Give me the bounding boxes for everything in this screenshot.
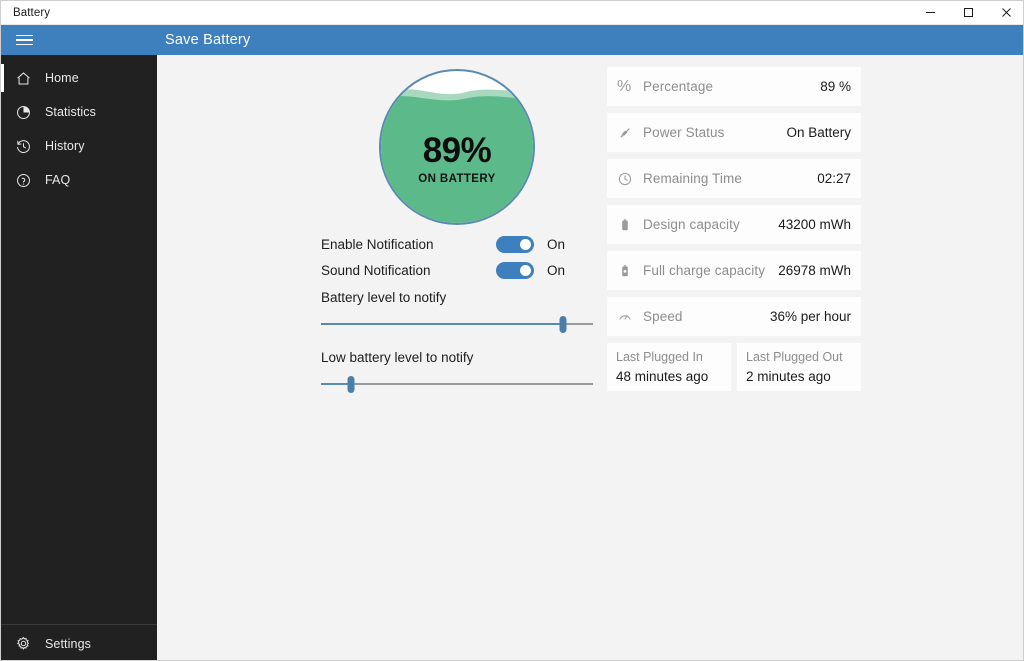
enable-notification-row: Enable Notification On	[321, 231, 593, 257]
sound-notification-row: Sound Notification On	[321, 257, 593, 283]
slider-thumb[interactable]	[560, 316, 567, 333]
low-battery-slider-label: Low battery level to notify	[321, 350, 593, 365]
percent-icon: %	[617, 75, 643, 99]
minimize-button[interactable]	[911, 1, 949, 25]
pie-chart-icon	[1, 95, 45, 129]
card-speed[interactable]: Speed 36% per hour	[607, 297, 861, 336]
card-design-capacity[interactable]: Design capacity 43200 mWh	[607, 205, 861, 244]
sidebar-item-label: Statistics	[45, 105, 96, 119]
sound-notification-label: Sound Notification	[321, 263, 496, 278]
window-controls	[911, 1, 1024, 25]
plug-card-title: Last Plugged In	[616, 349, 722, 367]
sidebar-item-settings[interactable]: Settings	[1, 624, 157, 661]
history-clock-icon	[1, 129, 45, 163]
gauge-fill	[381, 71, 533, 223]
card-value: On Battery	[786, 125, 851, 140]
card-value: 89 %	[820, 79, 851, 94]
gauge-circle: 89% ON BATTERY	[379, 69, 535, 225]
maximize-button[interactable]	[949, 1, 987, 25]
card-value: 43200 mWh	[778, 217, 851, 232]
sidebar-item-label: FAQ	[45, 173, 70, 187]
enable-notification-toggle[interactable]	[496, 236, 534, 253]
sound-notification-toggle[interactable]	[496, 262, 534, 279]
card-label: Power Status	[643, 125, 725, 140]
sidebar-item-label: Settings	[45, 637, 91, 651]
battery-icon	[617, 213, 643, 237]
plug-card-title: Last Plugged Out	[746, 349, 852, 367]
slider-track	[321, 383, 593, 385]
card-label: Percentage	[643, 79, 713, 94]
card-remaining-time[interactable]: Remaining Time 02:27	[607, 159, 861, 198]
notification-settings: Enable Notification On Sound Notificatio…	[321, 231, 593, 396]
app-window: Battery Save Battery	[0, 0, 1024, 661]
card-label: Design capacity	[643, 217, 740, 232]
main-content: 89% ON BATTERY Enable Notification On So…	[157, 55, 1024, 661]
enable-notification-label: Enable Notification	[321, 237, 496, 252]
slider-thumb[interactable]	[347, 376, 354, 393]
question-circle-icon	[1, 163, 45, 197]
plug-card-row: Last Plugged In 48 minutes ago Last Plug…	[607, 343, 861, 391]
sound-notification-state: On	[547, 263, 565, 278]
speedometer-icon	[617, 305, 643, 329]
sidebar-item-label: History	[45, 139, 85, 153]
card-full-charge-capacity[interactable]: Full charge capacity 26978 mWh	[607, 251, 861, 290]
low-battery-level-slider[interactable]	[321, 372, 593, 396]
hamburger-icon[interactable]	[1, 25, 47, 55]
window-title: Battery	[13, 7, 50, 19]
home-icon	[1, 61, 45, 95]
battery-level-slider[interactable]	[321, 312, 593, 336]
card-value: 36% per hour	[770, 309, 851, 324]
toggle-knob	[520, 265, 531, 276]
sidebar-item-history[interactable]: History	[1, 129, 157, 163]
card-value: 26978 mWh	[778, 263, 851, 278]
battery-level-slider-label: Battery level to notify	[321, 290, 593, 305]
card-percentage[interactable]: % Percentage 89 %	[607, 67, 861, 106]
info-card-list: % Percentage 89 % Power Status On Batter…	[607, 67, 861, 391]
gear-icon	[1, 627, 45, 661]
card-value: 02:27	[817, 171, 851, 186]
app-header: Save Battery	[1, 25, 1024, 55]
plug-card-value: 48 minutes ago	[616, 367, 722, 387]
card-power-status[interactable]: Power Status On Battery	[607, 113, 861, 152]
sidebar-spacer	[1, 197, 157, 624]
close-button[interactable]	[987, 1, 1024, 25]
page-title: Save Battery	[165, 32, 250, 48]
clock-icon	[617, 167, 643, 191]
plug-card-value: 2 minutes ago	[746, 367, 852, 387]
card-label: Remaining Time	[643, 171, 742, 186]
toggle-knob	[520, 239, 531, 250]
plug-icon	[617, 121, 643, 145]
slider-fill	[321, 383, 351, 385]
sidebar-nav: Home Statistics	[1, 55, 157, 197]
card-label: Speed	[643, 309, 683, 324]
battery-gauge: 89% ON BATTERY	[379, 69, 535, 225]
sidebar-item-label: Home	[45, 71, 79, 85]
sidebar: Home Statistics	[1, 55, 157, 661]
sidebar-item-home[interactable]: Home	[1, 61, 157, 95]
card-label: Full charge capacity	[643, 263, 765, 278]
title-bar: Battery	[1, 1, 1024, 25]
enable-notification-state: On	[547, 237, 565, 252]
card-last-plugged-in[interactable]: Last Plugged In 48 minutes ago	[607, 343, 731, 391]
sidebar-item-statistics[interactable]: Statistics	[1, 95, 157, 129]
card-last-plugged-out[interactable]: Last Plugged Out 2 minutes ago	[737, 343, 861, 391]
battery-charged-icon	[617, 259, 643, 283]
sidebar-item-faq[interactable]: FAQ	[1, 163, 157, 197]
slider-fill	[321, 323, 563, 325]
